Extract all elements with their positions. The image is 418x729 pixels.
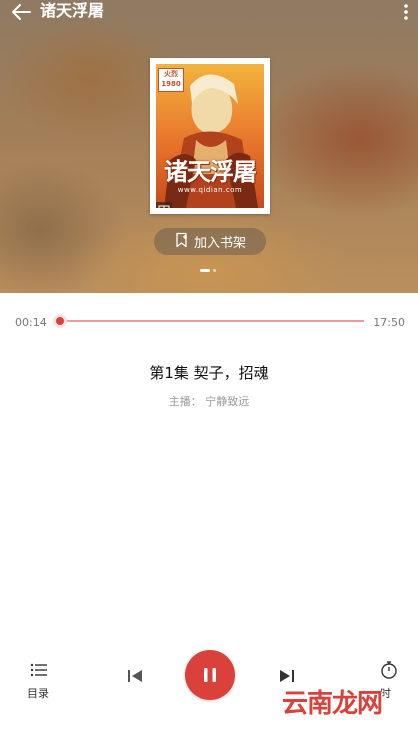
page-dot bbox=[213, 269, 216, 272]
pause-icon bbox=[204, 668, 216, 682]
cover-badge-author: 火烈 bbox=[164, 70, 178, 78]
back-icon[interactable] bbox=[10, 2, 32, 22]
page-indicator bbox=[200, 269, 216, 273]
bookmark-add-icon bbox=[174, 232, 190, 252]
add-to-shelf-button[interactable]: 加入书架 bbox=[154, 228, 266, 255]
stopwatch-icon bbox=[375, 660, 402, 684]
progress-thumb[interactable] bbox=[56, 317, 64, 325]
catalog-label: 目录 bbox=[27, 687, 49, 700]
episode-title: 第1集 契子，招魂 bbox=[149, 364, 269, 382]
progress-track[interactable] bbox=[60, 320, 364, 322]
page-dot-active bbox=[200, 269, 210, 272]
more-menu-icon[interactable] bbox=[402, 2, 410, 22]
page-title: 诸天浮屠 bbox=[40, 1, 105, 20]
cover-badge-year: 1980 bbox=[161, 80, 181, 88]
total-time: 17:50 bbox=[373, 316, 405, 329]
cover-badge: 火烈 1980 bbox=[158, 68, 184, 92]
current-time: 00:14 bbox=[15, 316, 47, 329]
hero-background: 诸天浮屠 火烈 1980 诸天浮屠 www.qidian.com 加入书架 bbox=[0, 0, 418, 293]
book-cover[interactable]: 火烈 1980 诸天浮屠 www.qidian.com bbox=[150, 58, 270, 214]
host-name: 主播： 宁静致远 bbox=[168, 395, 250, 408]
cover-url: www.qidian.com bbox=[177, 186, 243, 194]
catalog-button[interactable]: 目录 bbox=[22, 662, 56, 706]
cover-title: 诸天浮屠 bbox=[164, 157, 257, 186]
pause-button[interactable] bbox=[185, 650, 235, 700]
add-to-shelf-label: 加入书架 bbox=[193, 236, 246, 251]
top-bar: 诸天浮屠 bbox=[0, 0, 418, 26]
site-watermark: 云南龙网 bbox=[282, 689, 383, 719]
cover-artwork: 火烈 1980 诸天浮屠 www.qidian.com bbox=[156, 64, 264, 208]
book-icon bbox=[156, 202, 172, 208]
list-icon bbox=[22, 662, 56, 682]
previous-track-icon[interactable] bbox=[124, 667, 146, 685]
